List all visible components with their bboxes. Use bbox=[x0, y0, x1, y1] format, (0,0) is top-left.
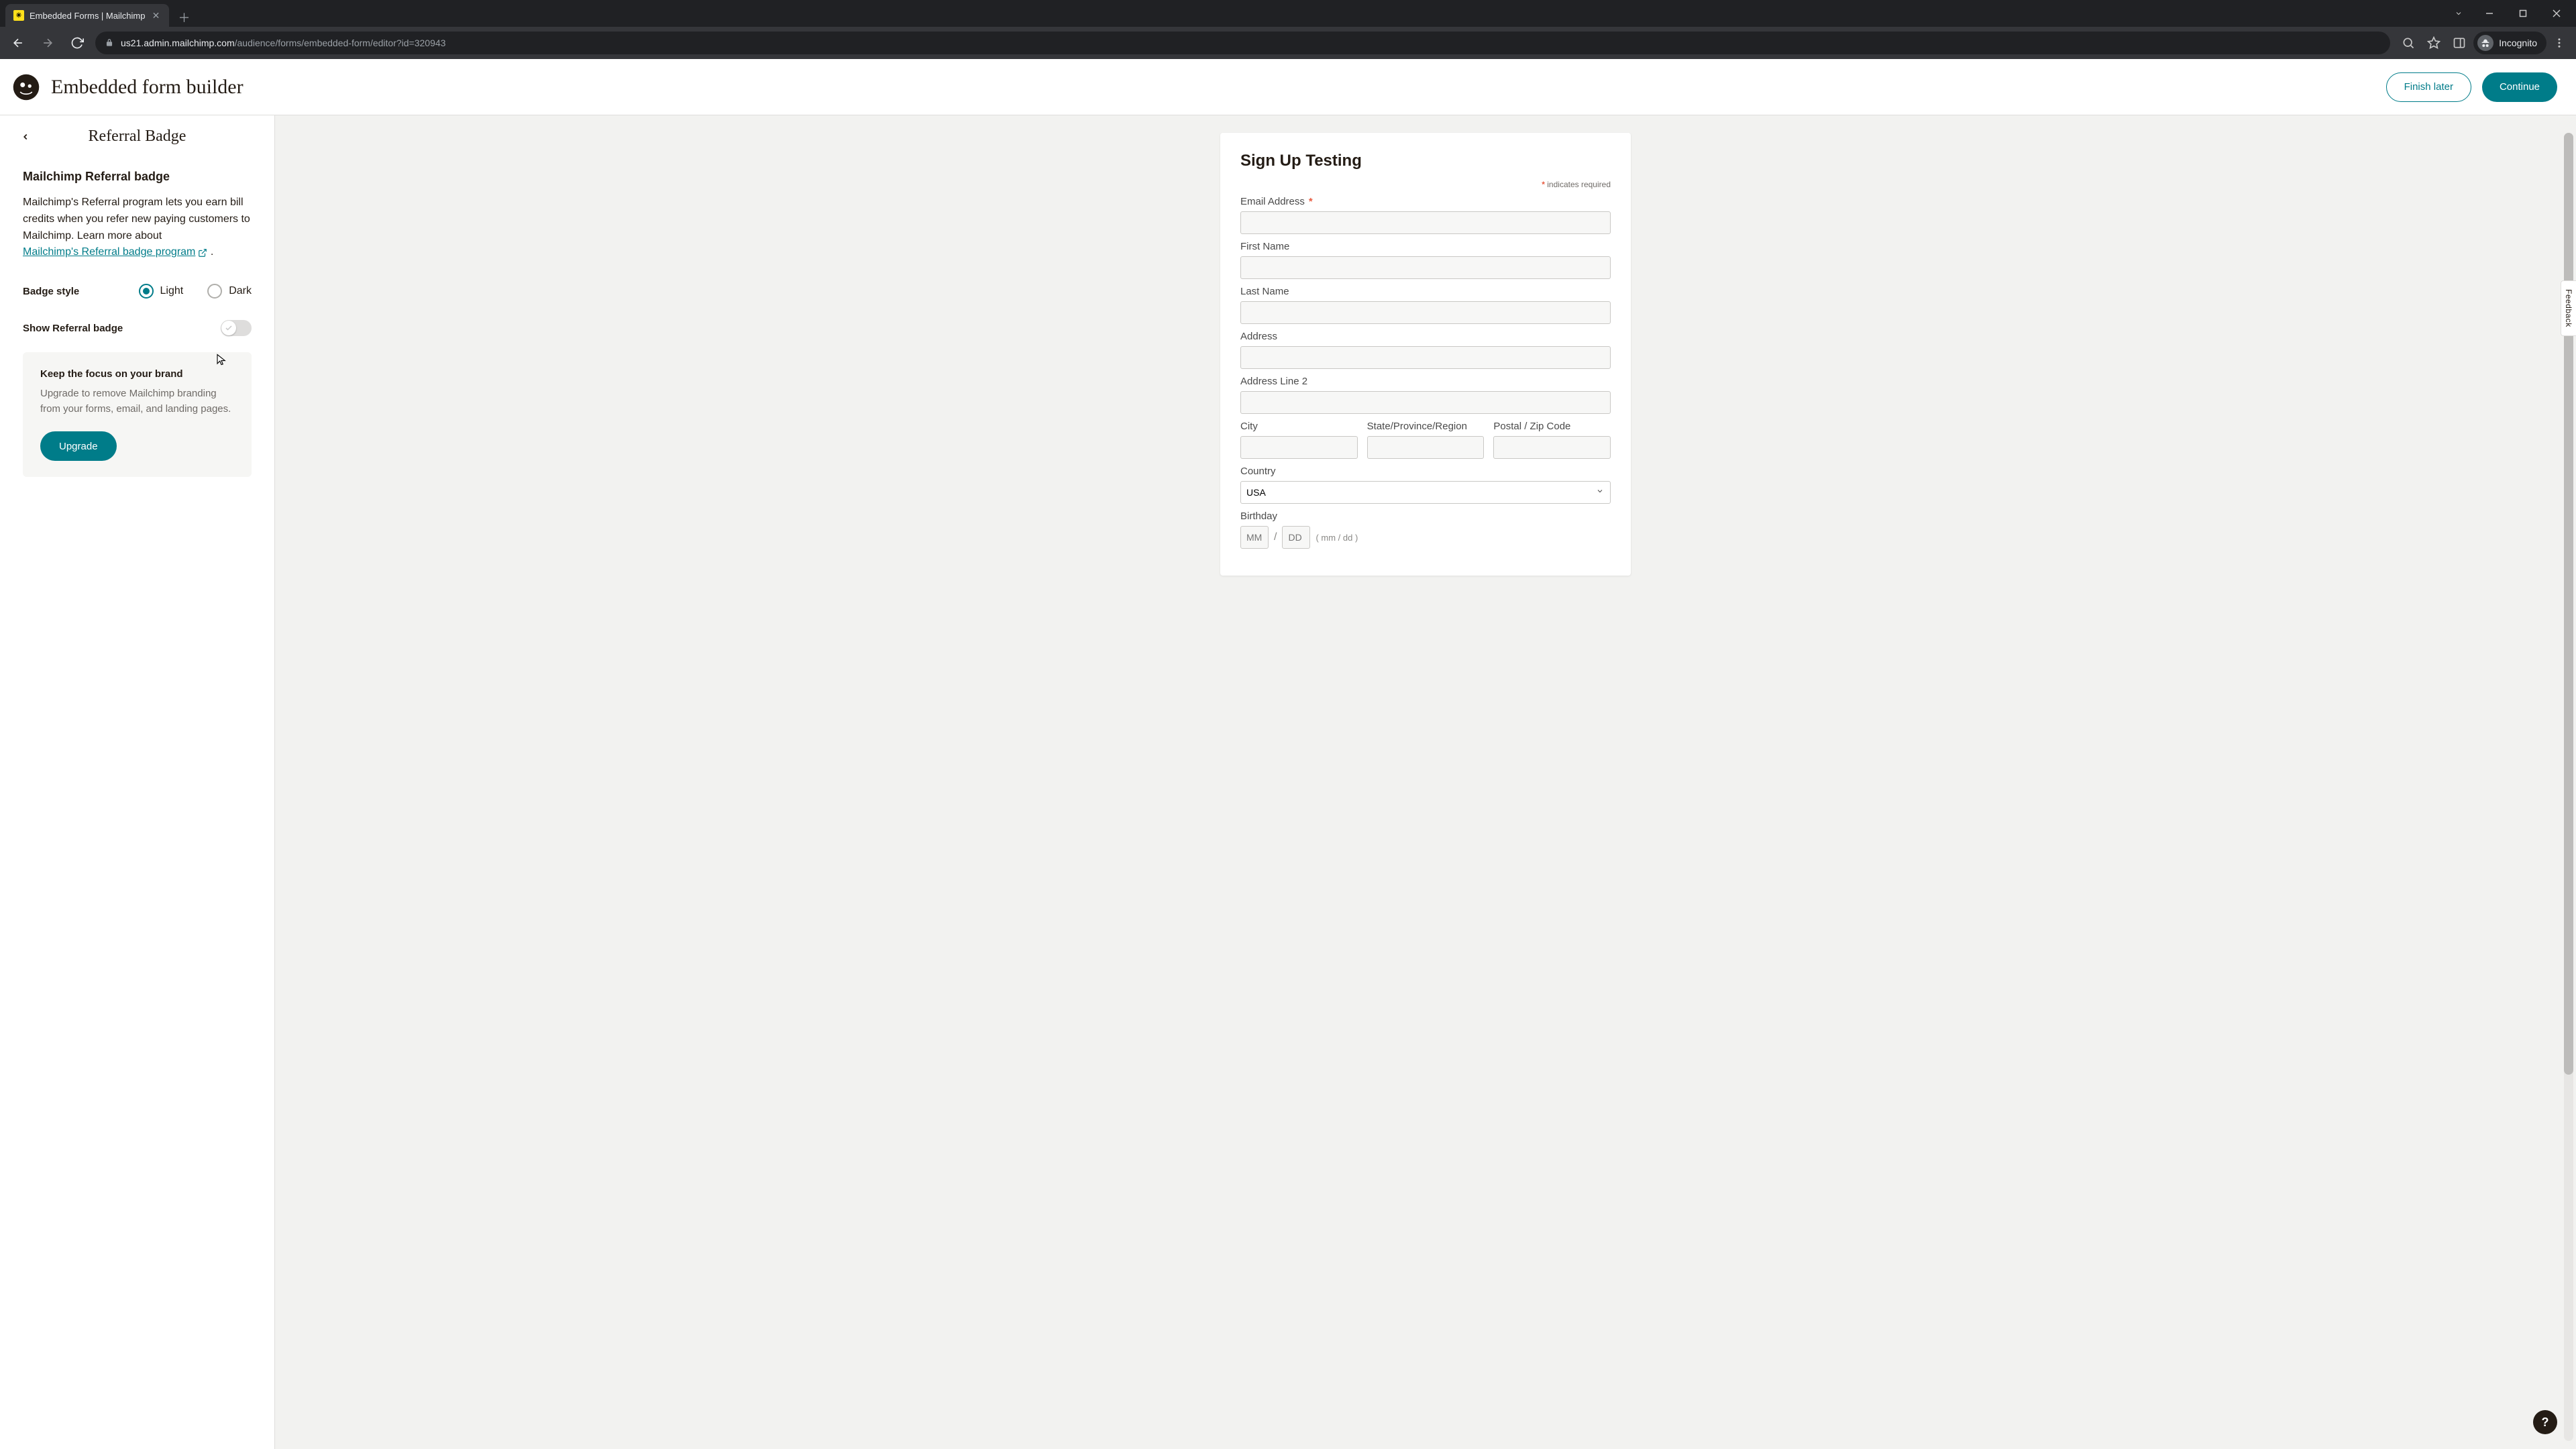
continue-button[interactable]: Continue bbox=[2482, 72, 2557, 102]
settings-sidepanel: Referral Badge Mailchimp Referral badge … bbox=[0, 115, 275, 1449]
upgrade-button[interactable]: Upgrade bbox=[40, 431, 117, 461]
birthday-hint: ( mm / dd ) bbox=[1316, 533, 1358, 543]
side-panel-icon[interactable] bbox=[2448, 32, 2471, 54]
label-last-name: Last Name bbox=[1240, 286, 1611, 297]
country-select[interactable]: USA bbox=[1240, 481, 1611, 504]
signup-form-card: Sign Up Testing * indicates required Ema… bbox=[1220, 133, 1631, 576]
first-name-input[interactable] bbox=[1240, 256, 1611, 279]
upsell-card: Keep the focus on your brand Upgrade to … bbox=[23, 352, 252, 477]
external-link-icon bbox=[198, 248, 207, 258]
form-title: Sign Up Testing bbox=[1240, 152, 1611, 170]
page-viewport: Embedded form builder Finish later Conti… bbox=[0, 59, 2576, 1449]
forward-icon[interactable] bbox=[36, 32, 59, 54]
mailchimp-logo-icon bbox=[12, 73, 40, 101]
feedback-tab[interactable]: Feedback bbox=[2561, 280, 2576, 336]
upsell-body: Upgrade to remove Mailchimp branding fro… bbox=[40, 386, 234, 417]
section-heading: Mailchimp Referral badge bbox=[23, 170, 252, 184]
section-description: Mailchimp's Referral program lets you ea… bbox=[23, 195, 252, 261]
required-note: * indicates required bbox=[1240, 180, 1611, 189]
url-text: us21.admin.mailchimp.com/audience/forms/… bbox=[121, 38, 2381, 48]
radio-dark[interactable]: Dark bbox=[207, 284, 252, 299]
lock-icon bbox=[105, 38, 114, 48]
label-state: State/Province/Region bbox=[1367, 421, 1485, 432]
panel-back-icon[interactable] bbox=[15, 126, 36, 148]
upsell-title: Keep the focus on your brand bbox=[40, 368, 234, 380]
form-preview-area: Sign Up Testing * indicates required Ema… bbox=[275, 115, 2576, 1449]
help-button[interactable]: ? bbox=[2533, 1410, 2557, 1434]
workspace: Referral Badge Mailchimp Referral badge … bbox=[0, 115, 2576, 1449]
search-page-icon[interactable] bbox=[2397, 32, 2420, 54]
back-icon[interactable] bbox=[7, 32, 30, 54]
check-icon bbox=[225, 324, 233, 332]
browser-toolbar: us21.admin.mailchimp.com/audience/forms/… bbox=[0, 27, 2576, 59]
badge-style-label: Badge style bbox=[23, 286, 79, 297]
birthday-month-input[interactable] bbox=[1240, 526, 1269, 549]
new-tab-button[interactable]: ＋ bbox=[174, 8, 193, 27]
incognito-icon bbox=[2477, 35, 2493, 51]
panel-title: Referral Badge bbox=[8, 127, 266, 146]
window-controls bbox=[2442, 0, 2576, 27]
address2-input[interactable] bbox=[1240, 391, 1611, 414]
finish-later-button[interactable]: Finish later bbox=[2386, 72, 2471, 102]
close-tab-icon[interactable]: ✕ bbox=[150, 10, 161, 21]
close-window-icon[interactable] bbox=[2541, 3, 2572, 24]
incognito-label: Incognito bbox=[2499, 38, 2537, 48]
birthday-day-input[interactable] bbox=[1282, 526, 1310, 549]
tab-title: Embedded Forms | Mailchimp bbox=[30, 11, 145, 21]
show-badge-label: Show Referral badge bbox=[23, 323, 123, 334]
browser-tabs: ✳ Embedded Forms | Mailchimp ✕ ＋ bbox=[0, 0, 193, 27]
referral-program-link[interactable]: Mailchimp's Referral badge program bbox=[23, 244, 207, 261]
browser-titlebar: ✳ Embedded Forms | Mailchimp ✕ ＋ bbox=[0, 0, 2576, 27]
page-title: Embedded form builder bbox=[51, 76, 244, 99]
last-name-input[interactable] bbox=[1240, 301, 1611, 324]
incognito-chip[interactable]: Incognito bbox=[2473, 32, 2546, 54]
bookmark-icon[interactable] bbox=[2422, 32, 2445, 54]
label-first-name: First Name bbox=[1240, 241, 1611, 252]
radio-light[interactable]: Light bbox=[139, 284, 184, 299]
scrollbar-thumb[interactable] bbox=[2564, 133, 2573, 1075]
chrome-menu-icon[interactable] bbox=[2549, 33, 2569, 53]
address-bar[interactable]: us21.admin.mailchimp.com/audience/forms/… bbox=[95, 32, 2390, 54]
browser-tab-active[interactable]: ✳ Embedded Forms | Mailchimp ✕ bbox=[5, 4, 169, 27]
show-badge-toggle[interactable] bbox=[221, 320, 252, 336]
label-birthday: Birthday bbox=[1240, 511, 1611, 522]
postal-input[interactable] bbox=[1493, 436, 1611, 459]
label-city: City bbox=[1240, 421, 1358, 432]
label-postal: Postal / Zip Code bbox=[1493, 421, 1611, 432]
label-email: Email Address * bbox=[1240, 196, 1611, 207]
toggle-knob bbox=[221, 321, 236, 335]
badge-style-radio-group: Light Dark bbox=[139, 284, 252, 299]
reload-icon[interactable] bbox=[66, 32, 89, 54]
address-input[interactable] bbox=[1240, 346, 1611, 369]
maximize-icon[interactable] bbox=[2508, 3, 2538, 24]
minimize-icon[interactable] bbox=[2474, 3, 2505, 24]
label-address: Address bbox=[1240, 331, 1611, 342]
tab-search-icon[interactable] bbox=[2446, 3, 2471, 24]
label-country: Country bbox=[1240, 466, 1611, 477]
preview-scroll[interactable]: Sign Up Testing * indicates required Ema… bbox=[275, 115, 2576, 1449]
birthday-separator: / bbox=[1274, 531, 1277, 543]
mailchimp-favicon: ✳ bbox=[13, 10, 24, 21]
label-address2: Address Line 2 bbox=[1240, 376, 1611, 387]
city-input[interactable] bbox=[1240, 436, 1358, 459]
state-input[interactable] bbox=[1367, 436, 1485, 459]
app-header: Embedded form builder Finish later Conti… bbox=[0, 59, 2576, 115]
email-input[interactable] bbox=[1240, 211, 1611, 234]
